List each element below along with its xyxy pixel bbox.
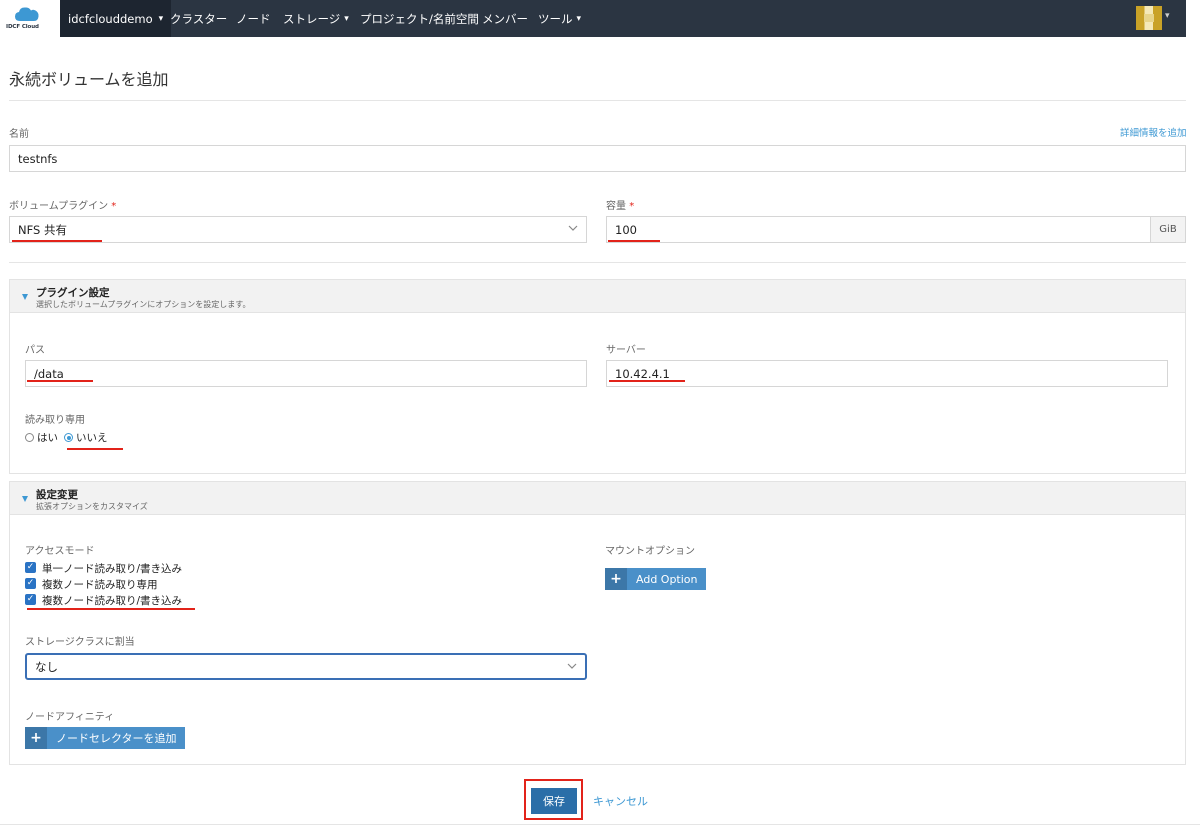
divider: [9, 100, 1186, 101]
section-title: プラグイン設定: [36, 287, 110, 299]
readonly-yes-label[interactable]: はい: [37, 430, 58, 445]
path-input[interactable]: /data: [25, 360, 587, 387]
nav-item-projects[interactable]: プロジェクト/名前空間: [360, 0, 479, 37]
access-mode-checkbox-rox[interactable]: ✓: [25, 578, 36, 589]
add-detail-link[interactable]: 詳細情報を追加: [1120, 125, 1187, 139]
annotation-underline: [608, 240, 660, 242]
section-description: 選択したボリュームプラグインにオプションを設定します。: [36, 300, 251, 309]
access-mode-label-rwo[interactable]: 単一ノード読み取り/書き込み: [42, 561, 182, 576]
nav-item-storage[interactable]: ストレージ ▾: [283, 0, 349, 37]
nav-item-tools[interactable]: ツール ▾: [538, 0, 581, 37]
path-label: パス: [25, 345, 45, 356]
storage-class-value: なし: [35, 659, 58, 674]
annotation-underline: [12, 240, 102, 242]
readonly-no-radio[interactable]: [64, 433, 73, 442]
customize-section: 設定変更 拡張オプションをカスタマイズ: [9, 481, 1186, 765]
chevron-down-icon[interactable]: ▾: [1165, 11, 1170, 21]
access-mode-label: アクセスモード: [25, 546, 95, 557]
readonly-yes-radio[interactable]: [25, 433, 34, 442]
server-input[interactable]: 10.42.4.1: [606, 360, 1168, 387]
volume-plugin-value: NFS 共有: [18, 222, 67, 237]
required-mark: *: [111, 201, 117, 212]
mount-options-label: マウントオプション: [605, 546, 695, 557]
name-label: 名前: [9, 129, 29, 140]
nav-item-members[interactable]: メンバー: [482, 0, 528, 37]
chevron-down-icon: [568, 225, 578, 231]
required-mark: *: [629, 201, 635, 212]
name-input[interactable]: testnfs: [9, 145, 1186, 172]
user-avatar[interactable]: [1136, 6, 1162, 30]
volume-plugin-label: ボリュームプラグイン *: [9, 201, 117, 212]
cluster-name: idcfclouddemo: [68, 11, 153, 26]
annotation-underline: [27, 608, 195, 610]
collapse-triangle-icon: [22, 294, 28, 300]
readonly-no-label[interactable]: いいえ: [76, 430, 108, 445]
capacity-value: 100: [615, 222, 637, 237]
section-title: 設定変更: [36, 489, 78, 501]
storage-class-label: ストレージクラスに割当: [25, 637, 135, 648]
nav-item-cluster[interactable]: クラスター: [170, 0, 227, 37]
capacity-label: 容量 *: [606, 201, 635, 212]
readonly-label: 読み取り専用: [25, 415, 85, 426]
access-mode-checkbox-rwx[interactable]: ✓: [25, 594, 36, 605]
chevron-down-icon: ▾: [158, 13, 164, 24]
plus-icon: +: [605, 568, 627, 590]
divider: [9, 262, 1186, 263]
divider: [0, 824, 1200, 825]
nav-item-nodes[interactable]: ノード: [236, 0, 271, 37]
access-mode-checkbox-rwo[interactable]: ✓: [25, 562, 36, 573]
page-title: 永続ボリュームを追加: [9, 70, 169, 89]
brand-logo[interactable]: IDCF Cloud: [0, 0, 60, 37]
plus-icon: +: [25, 727, 47, 749]
access-mode-label-rwx[interactable]: 複数ノード読み取り/書き込み: [42, 593, 182, 608]
save-button[interactable]: 保存: [531, 788, 577, 814]
volume-plugin-select[interactable]: NFS 共有: [9, 216, 587, 243]
plugin-settings-header[interactable]: プラグイン設定 選択したボリュームプラグインにオプションを設定します。: [10, 280, 1185, 313]
cancel-link[interactable]: キャンセル: [593, 793, 648, 809]
top-navigation-bar: IDCF Cloud idcfclouddemo ▾ クラスター ノード ストレ…: [0, 0, 1186, 37]
access-mode-label-rox[interactable]: 複数ノード読み取り専用: [42, 577, 158, 592]
capacity-input[interactable]: 100: [606, 216, 1151, 243]
node-affinity-label: ノードアフィニティ: [25, 712, 115, 723]
add-node-selector-button[interactable]: + ノードセレクターを追加: [25, 727, 185, 749]
cloud-logo-icon: [15, 7, 39, 21]
cluster-selector[interactable]: idcfclouddemo ▾: [60, 0, 172, 37]
section-description: 拡張オプションをカスタマイズ: [36, 502, 148, 511]
logo-text: IDCF Cloud: [6, 24, 39, 30]
annotation-underline: [27, 380, 93, 382]
name-value: testnfs: [18, 151, 58, 166]
server-value: 10.42.4.1: [615, 366, 670, 381]
annotation-underline: [67, 448, 123, 450]
chevron-down-icon: ▾: [576, 13, 582, 24]
add-option-button[interactable]: + Add Option: [605, 568, 706, 590]
capacity-unit: GiB: [1150, 216, 1186, 243]
chevron-down-icon: [567, 663, 577, 669]
annotation-underline: [609, 380, 685, 382]
chevron-down-icon: ▾: [344, 13, 349, 24]
storage-class-select[interactable]: なし: [25, 653, 587, 680]
customize-header[interactable]: 設定変更 拡張オプションをカスタマイズ: [10, 482, 1185, 515]
path-value: /data: [34, 366, 64, 381]
collapse-triangle-icon: [22, 496, 28, 502]
server-label: サーバー: [606, 345, 646, 356]
